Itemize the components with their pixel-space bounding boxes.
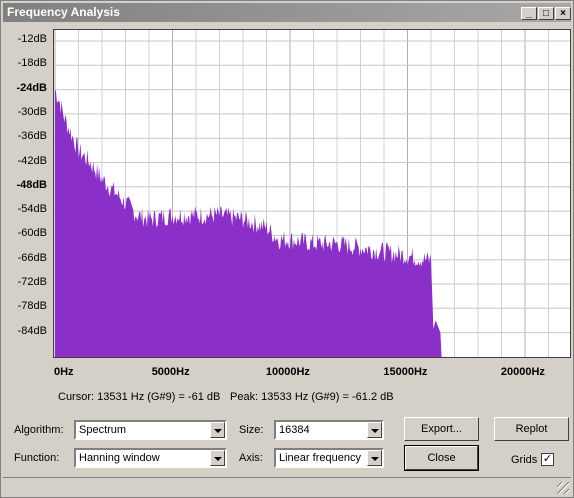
peak-readout: Peak: 13533 Hz (G#9) = -61.2 dB bbox=[230, 391, 394, 403]
grids-checkbox[interactable]: ✓ bbox=[541, 453, 554, 466]
minimize-button[interactable]: _ bbox=[521, 7, 537, 20]
size-label: Size: bbox=[239, 424, 264, 436]
chevron-down-icon[interactable] bbox=[367, 422, 382, 438]
grids-label: Grids bbox=[511, 454, 538, 466]
y-tick-label: -36dB bbox=[17, 130, 47, 143]
resize-grip-icon[interactable] bbox=[557, 482, 569, 494]
y-tick-label: -42dB bbox=[17, 154, 47, 167]
cursor-readout: Cursor: 13531 Hz (G#9) = -61 dB bbox=[58, 391, 221, 403]
y-tick-label: -12dB bbox=[17, 33, 47, 45]
close-window-button[interactable]: × bbox=[555, 7, 571, 20]
algorithm-label: Algorithm: bbox=[14, 424, 64, 436]
x-tick-label: 0Hz bbox=[54, 366, 74, 378]
algorithm-select[interactable]: Spectrum bbox=[74, 420, 227, 440]
status-bar bbox=[3, 477, 571, 496]
close-button[interactable]: Close bbox=[404, 445, 479, 471]
y-tick-label: -84dB bbox=[17, 324, 47, 337]
y-tick-label: -78dB bbox=[17, 300, 47, 313]
y-tick-label: -60dB bbox=[17, 227, 47, 240]
axis-select[interactable]: Linear frequency bbox=[274, 448, 384, 468]
y-tick-label: -72dB bbox=[17, 276, 47, 288]
x-tick-label: 10000Hz bbox=[265, 366, 310, 378]
x-tick-label: 5000Hz bbox=[151, 366, 190, 378]
chevron-down-icon[interactable] bbox=[210, 422, 225, 438]
chevron-down-icon[interactable] bbox=[367, 450, 382, 466]
function-select[interactable]: Hanning window bbox=[74, 448, 227, 468]
maximize-button[interactable]: □ bbox=[538, 7, 554, 20]
chevron-down-icon[interactable] bbox=[210, 450, 225, 466]
y-tick-label: -24dB bbox=[16, 81, 47, 94]
y-tick-label: -18dB bbox=[17, 57, 47, 70]
size-value: 16384 bbox=[279, 424, 310, 436]
replot-button[interactable]: Replot bbox=[494, 417, 569, 441]
title-bar[interactable]: Frequency Analysis _ □ × bbox=[3, 3, 571, 22]
algorithm-value: Spectrum bbox=[79, 424, 127, 436]
x-tick-label: 20000Hz bbox=[500, 366, 545, 378]
axis-label: Axis: bbox=[239, 452, 263, 464]
axis-value: Linear frequency bbox=[279, 452, 361, 464]
size-select[interactable]: 16384 bbox=[274, 420, 384, 440]
y-tick-label: -54dB bbox=[17, 203, 47, 216]
frequency-analysis-window: Frequency Analysis _ □ × -12dB -18dB -24dB… bbox=[0, 0, 574, 498]
export-button[interactable]: Export... bbox=[404, 417, 479, 441]
spectrum-plot[interactable] bbox=[53, 29, 573, 358]
window-title: Frequency Analysis bbox=[7, 5, 120, 19]
x-tick-label: 15000Hz bbox=[383, 366, 428, 378]
y-tick-label: -30dB bbox=[17, 105, 47, 118]
function-value: Hanning window bbox=[79, 452, 160, 464]
spectrum-svg bbox=[54, 30, 573, 358]
y-tick-label: -48dB bbox=[16, 178, 47, 191]
y-tick-label: -66dB bbox=[17, 251, 47, 264]
function-label: Function: bbox=[14, 452, 60, 464]
